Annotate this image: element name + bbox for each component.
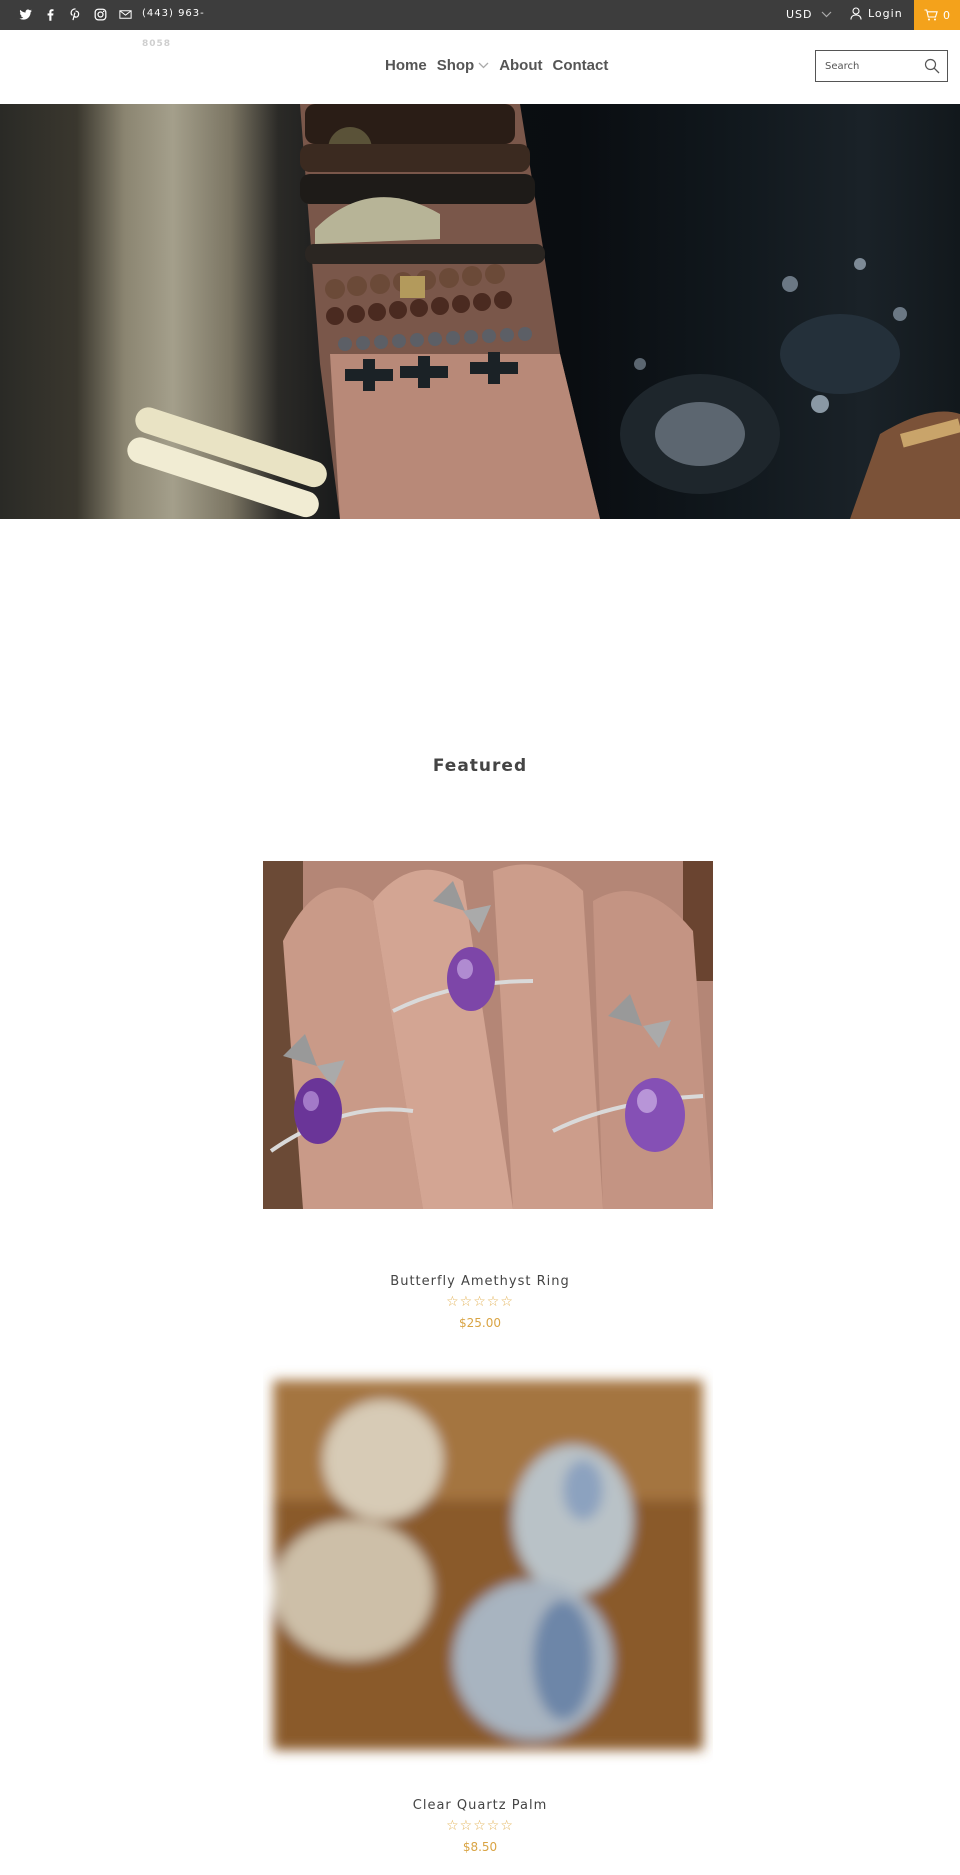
mail-icon[interactable] [118,7,133,22]
chevron-down-icon [478,62,489,69]
twitter-icon[interactable] [18,7,33,22]
instagram-icon[interactable] [93,7,108,22]
clear-quartz-photo [263,1340,713,1780]
login-link[interactable]: Login [850,7,903,20]
cart-button[interactable]: 0 [914,0,960,30]
search-box [815,50,948,82]
phone-number[interactable]: (443) 963- [142,8,205,19]
main-nav: Home Shop About Contact [385,57,608,74]
product-title[interactable]: Clear Quartz Palm [0,1798,960,1813]
star-rating: ☆☆☆☆☆ [446,1294,514,1310]
pinterest-icon[interactable] [68,7,83,22]
product-price: $8.50 [462,1840,498,1854]
nav-shop-label: Shop [436,57,475,74]
login-label: Login [868,7,903,20]
search-input[interactable] [816,51,926,81]
product-image[interactable] [263,1340,713,1780]
product-title[interactable]: Butterfly Amethyst Ring [0,1274,960,1289]
product-image[interactable] [263,861,713,1209]
user-icon [850,7,862,20]
chevron-down-icon [821,11,831,18]
product-price: $25.00 [459,1316,501,1330]
hero-image [127,104,960,519]
nav-contact[interactable]: Contact [553,57,609,74]
social-links [18,7,133,22]
star-rating: ☆☆☆☆☆ [446,1818,514,1834]
featured-heading: Featured [432,756,528,776]
facebook-icon[interactable] [43,7,58,22]
hero-banner[interactable] [0,104,960,519]
nav-about[interactable]: About [499,57,542,74]
currency-selector[interactable]: USD [786,8,832,21]
phone-number-overflow: 8058 [142,39,172,49]
nav-home[interactable]: Home [385,57,427,74]
cart-icon [924,9,938,21]
amethyst-ring-photo [263,861,713,1209]
nav-shop[interactable]: Shop [437,57,490,74]
cart-count: 0 [943,8,950,22]
search-icon[interactable] [924,58,940,74]
top-bar: (443) 963- USD Login 0 [0,0,960,30]
currency-label: USD [786,8,813,21]
